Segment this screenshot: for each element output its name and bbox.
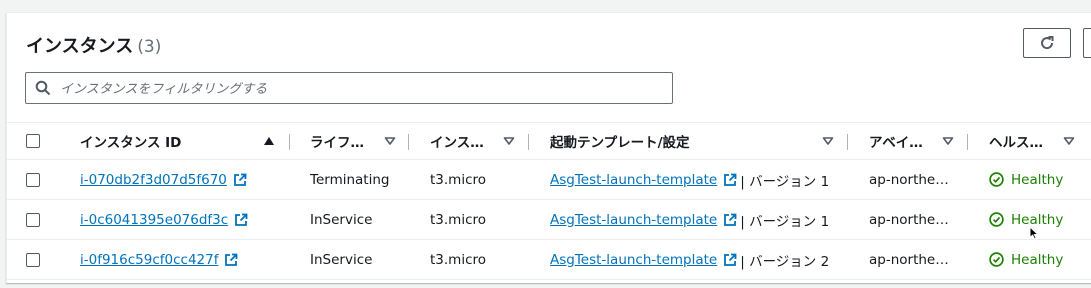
col-instance-id-label: インスタンス ID (80, 135, 182, 151)
column-divider[interactable] (967, 134, 968, 150)
template-version: | バージョン 2 (740, 253, 830, 270)
launch-template-link[interactable]: AsgTest-launch-template (550, 172, 717, 188)
column-divider[interactable] (408, 134, 409, 150)
search-input[interactable] (58, 75, 662, 103)
instance-id-link[interactable]: i-0c6041395e076df3c (80, 212, 228, 228)
external-link-icon[interactable] (723, 213, 737, 227)
col-availability-zone-label: アベイ… (869, 135, 923, 151)
availability-zone-cell: ap-northe… (869, 171, 949, 188)
health-status-label: Healthy (1011, 251, 1064, 268)
instance-type-cell: t3.micro (430, 211, 487, 228)
lifecycle-cell: InService (310, 251, 373, 268)
status-positive-icon (989, 212, 1004, 227)
search-field[interactable] (25, 72, 673, 104)
caret-down-icon[interactable] (503, 136, 515, 146)
status-positive-icon (989, 252, 1004, 267)
table-header: インスタンス ID ライフ… インス… 起動テンプレート/設定 アベイ… ヘルス… (7, 122, 1091, 160)
col-launch-template-label: 起動テンプレート/設定 (550, 135, 690, 151)
external-link-icon[interactable] (723, 173, 737, 187)
row-select-cell (26, 160, 40, 199)
launch-template-cell: AsgTest-launch-template | バージョン 2 (550, 240, 829, 279)
caret-down-icon[interactable] (384, 136, 396, 146)
select-all-cell (26, 123, 40, 159)
health-status-label: Healthy (1011, 171, 1064, 188)
lifecycle-cell: InService (310, 211, 373, 228)
sort-ascending-icon[interactable] (264, 137, 274, 145)
table-row[interactable]: i-0c6041395e076df3c InService t3.micro A… (7, 200, 1091, 240)
health-status: Healthy (989, 160, 1063, 199)
instance-id-cell: i-0c6041395e076df3c (80, 200, 248, 239)
external-link-icon[interactable] (234, 213, 248, 227)
panel-title: インスタンス (3) (26, 32, 161, 58)
select-all-checkbox[interactable] (26, 134, 40, 148)
instance-type-cell: t3.micro (430, 171, 487, 188)
table-row[interactable]: i-0f916c59cf0cc427f InService t3.micro A… (7, 240, 1091, 280)
col-health[interactable]: ヘルス… (989, 123, 1043, 159)
search-icon (35, 80, 51, 96)
launch-template-cell: AsgTest-launch-template | バージョン 1 (550, 200, 829, 239)
availability-zone-cell: ap-northe… (869, 251, 949, 268)
instance-count: (3) (137, 37, 162, 57)
instance-id-link[interactable]: i-0f916c59cf0cc427f (80, 252, 218, 268)
caret-down-icon[interactable] (1063, 136, 1075, 146)
launch-template-link[interactable]: AsgTest-launch-template (550, 212, 717, 228)
col-lifecycle[interactable]: ライフ… (310, 123, 364, 159)
refresh-icon (1041, 36, 1054, 50)
col-instance-id[interactable]: インスタンス ID (80, 123, 181, 159)
table-row[interactable]: i-070db2f3d07d5f670 Terminating t3.micro… (7, 160, 1091, 200)
lifecycle-cell: Terminating (310, 171, 390, 188)
row-select-cell (26, 240, 40, 279)
row-checkbox[interactable] (26, 172, 40, 187)
row-checkbox[interactable] (26, 252, 40, 267)
external-link-icon[interactable] (224, 253, 238, 267)
col-instance-type-label: インス… (430, 135, 484, 151)
panel-title-text: インスタンス (26, 36, 134, 57)
instance-id-link[interactable]: i-070db2f3d07d5f670 (80, 172, 227, 188)
template-version: | バージョン 1 (740, 213, 830, 230)
health-status: Healthy (989, 200, 1063, 239)
instance-id-cell: i-0f916c59cf0cc427f (80, 240, 238, 279)
col-instance-type[interactable]: インス… (430, 123, 484, 159)
external-link-icon[interactable] (233, 173, 247, 187)
col-lifecycle-label: ライフ… (310, 135, 364, 151)
launch-template-link[interactable]: AsgTest-launch-template (550, 252, 717, 268)
column-divider[interactable] (847, 134, 848, 150)
caret-down-icon[interactable] (942, 136, 954, 146)
status-positive-icon (989, 172, 1004, 187)
refresh-button[interactable] (1023, 28, 1071, 58)
col-health-label: ヘルス… (989, 135, 1043, 151)
row-checkbox[interactable] (26, 212, 40, 227)
row-select-cell (26, 200, 40, 239)
external-link-icon[interactable] (723, 253, 737, 267)
template-version: | バージョン 1 (740, 173, 830, 190)
actions-button[interactable] (1083, 28, 1091, 58)
availability-zone-cell: ap-northe… (869, 211, 949, 228)
column-divider[interactable] (289, 134, 290, 150)
launch-template-cell: AsgTest-launch-template | バージョン 1 (550, 160, 829, 199)
caret-down-icon[interactable] (822, 136, 834, 146)
col-launch-template[interactable]: 起動テンプレート/設定 (550, 123, 690, 159)
instance-id-cell: i-070db2f3d07d5f670 (80, 160, 247, 199)
instances-panel: インスタンス(3) インスタンス ID ライフ… インス… (6, 12, 1091, 283)
health-status: Healthy (989, 240, 1063, 279)
mouse-cursor-icon (1029, 226, 1039, 240)
column-divider[interactable] (528, 134, 529, 150)
instance-type-cell: t3.micro (430, 251, 487, 268)
col-availability-zone[interactable]: アベイ… (869, 123, 923, 159)
